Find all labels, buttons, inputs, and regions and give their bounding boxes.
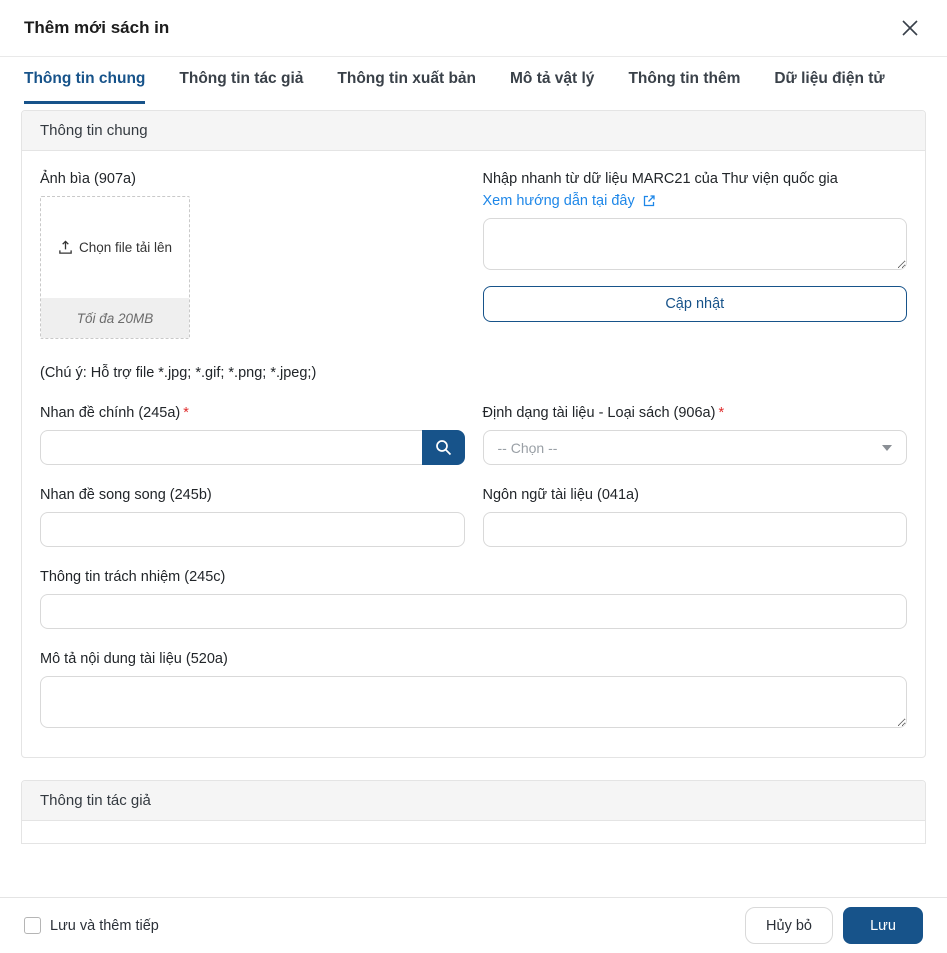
marc21-block: Nhập nhanh từ dữ liệu MARC21 của Thư việ… (482, 171, 908, 381)
parallel-title-field: Nhan đề song song (245b) (40, 487, 465, 547)
choose-file-label: Chọn file tải lên (78, 240, 173, 255)
close-button[interactable] (897, 15, 923, 41)
tab-thong-tin-chung[interactable]: Thông tin chung (24, 57, 146, 104)
marc21-guide-link[interactable]: Xem hướng dẫn tại đây (483, 193, 908, 209)
language-label: Ngôn ngữ tài liệu (041a) (482, 487, 639, 503)
chevron-down-icon (882, 444, 892, 451)
description-field: Mô tả nội dung tài liệu (520a) (40, 651, 907, 731)
cover-label: Ảnh bìa (907a) (40, 171, 136, 187)
marc21-title: Nhập nhanh từ dữ liệu MARC21 của Thư việ… (482, 171, 838, 187)
doc-format-field: Định dạng tài liệu - Loại sách (906a) * -… (482, 405, 907, 465)
main-title-field: Nhan đề chính (245a) * (40, 405, 465, 465)
tab-bar: Thông tin chung Thông tin tác giả Thông … (0, 57, 947, 104)
author-info-card: Thông tin tác giả (21, 780, 926, 844)
save-and-continue-checkbox[interactable] (24, 917, 41, 934)
parallel-title-input[interactable] (40, 512, 465, 547)
doc-format-selected-value: -- Chọn -- (497, 439, 558, 456)
tab-thong-tin-them[interactable]: Thông tin thêm (628, 57, 740, 104)
cover-upload-block: Ảnh bìa (907a) Chọn file tải lên Tối đa … (40, 171, 465, 381)
author-info-header: Thông tin tác giả (22, 781, 925, 821)
choose-file-button[interactable]: Chọn file tải lên (41, 197, 189, 298)
responsibility-input[interactable] (40, 594, 907, 629)
close-icon (901, 19, 919, 37)
responsibility-label: Thông tin trách nhiệm (245c) (40, 569, 226, 585)
marc21-input[interactable] (482, 218, 907, 270)
doc-format-select[interactable]: -- Chọn -- (482, 430, 907, 465)
tab-thong-tin-tac-gia[interactable]: Thông tin tác giả (179, 57, 303, 104)
tab-thong-tin-xuat-ban[interactable]: Thông tin xuất bản (337, 57, 476, 104)
required-marker: * (718, 405, 725, 421)
external-link-icon (642, 194, 656, 208)
search-icon (435, 439, 452, 456)
general-info-body: Ảnh bìa (907a) Chọn file tải lên Tối đa … (22, 151, 925, 757)
save-and-continue-label: Lưu và thêm tiếp (50, 917, 159, 934)
max-size-note: Tối đa 20MB (41, 298, 189, 338)
modal-footer: Lưu và thêm tiếp Hủy bỏ Lưu (0, 897, 947, 953)
author-info-body (22, 821, 925, 843)
doc-format-label: Định dạng tài liệu - Loại sách (906a) * (482, 405, 725, 421)
save-and-continue-row[interactable]: Lưu và thêm tiếp (24, 917, 159, 934)
add-printed-book-modal: Thêm mới sách in Thông tin chung Thông t… (0, 0, 947, 953)
marc21-update-button[interactable]: Cập nhật (482, 286, 907, 322)
language-field: Ngôn ngữ tài liệu (041a) (482, 487, 907, 547)
modal-body: Thông tin chung Ảnh bìa (907a) Chọn file… (0, 104, 947, 897)
main-title-input[interactable] (40, 430, 422, 465)
cover-upload-dropzone[interactable]: Chọn file tải lên Tối đa 20MB (40, 196, 190, 339)
main-title-search-button[interactable] (421, 430, 465, 465)
parallel-title-label: Nhan đề song song (245b) (40, 487, 212, 503)
modal-header: Thêm mới sách in (0, 0, 947, 57)
tab-mo-ta-vat-ly[interactable]: Mô tả vật lý (510, 57, 594, 104)
responsibility-field: Thông tin trách nhiệm (245c) (40, 569, 907, 629)
description-label: Mô tả nội dung tài liệu (520a) (40, 651, 228, 667)
required-marker: * (183, 405, 189, 421)
main-title-label: Nhan đề chính (245a) * (40, 405, 189, 421)
general-info-header: Thông tin chung (22, 111, 925, 151)
upload-icon (58, 240, 73, 255)
language-input[interactable] (482, 512, 907, 547)
file-types-note: (Chú ý: Hỗ trợ file *.jpg; *.gif; *.png;… (40, 365, 317, 381)
description-input[interactable] (40, 676, 907, 728)
general-info-card: Thông tin chung Ảnh bìa (907a) Chọn file… (21, 110, 926, 758)
modal-title: Thêm mới sách in (24, 18, 170, 37)
tab-du-lieu-dien-tu[interactable]: Dữ liệu điện tử (774, 57, 884, 104)
cancel-button[interactable]: Hủy bỏ (745, 907, 833, 944)
save-button[interactable]: Lưu (843, 907, 923, 944)
marc21-guide-link-text[interactable]: Xem hướng dẫn tại đây (483, 193, 635, 209)
